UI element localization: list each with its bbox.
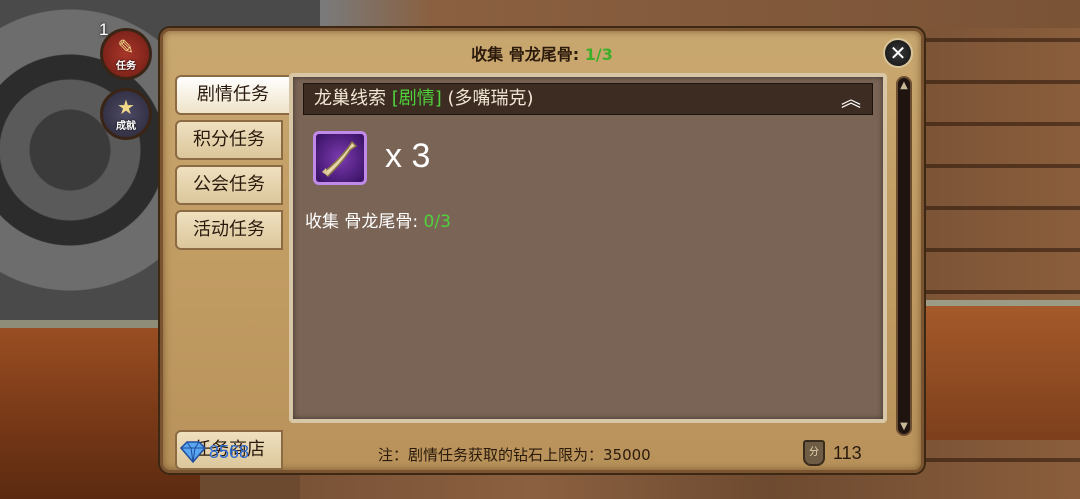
panel-title-text: 收集 骨龙尾骨: — [471, 45, 585, 64]
quest-hud-label: 任务 — [116, 60, 136, 72]
panel-footer: 8568 注：剧情任务获取的钻石上限为：35000 分 113 — [163, 436, 921, 472]
scrollbar[interactable]: ▲ ▼ — [896, 76, 912, 436]
scroll-up-icon[interactable]: ▲ — [898, 80, 910, 91]
points-count: 113 — [833, 442, 862, 463]
quest-objective: 收集 骨龙尾骨: 0/3 — [305, 207, 451, 232]
close-icon: ✕ — [889, 41, 907, 65]
achievement-hud-button[interactable]: ★ 成就 — [100, 88, 152, 140]
quest-panel: 收集 骨龙尾骨: 1/3 ✕ 剧情任务 积分任务 公会任务 活动任务 任务商店 … — [160, 28, 924, 473]
quest-title: 龙巢线索 — [314, 88, 392, 109]
collapse-button[interactable]: ︽ — [838, 86, 864, 112]
bone-icon — [322, 140, 358, 178]
quest-tabs: 剧情任务 积分任务 公会任务 活动任务 任务商店 — [175, 75, 295, 470]
close-button[interactable]: ✕ — [883, 38, 913, 68]
quest-points: 分 113 — [803, 440, 862, 466]
diamond-icon — [179, 441, 207, 464]
diamond-balance: 8568 — [179, 440, 249, 464]
achievement-hud-label: 成就 — [116, 120, 136, 132]
tab-story-quests[interactable]: 剧情任务 — [175, 75, 289, 115]
quest-content: 龙巢线索 [剧情] (多嘴瑞克) ︽ x 3 收集 骨龙尾骨: 0/3 — [289, 73, 887, 423]
panel-title-count: 1/3 — [584, 45, 613, 64]
quest-tag: [剧情] — [391, 88, 442, 109]
objective-text: 收集 骨龙尾骨: — [305, 212, 424, 232]
chest-right — [920, 300, 1080, 440]
diamond-limit-note: 注：剧情任务获取的钻石上限为：35000 — [378, 446, 651, 464]
scroll-down-icon[interactable]: ▼ — [898, 421, 910, 432]
scroll-icon: ✎ — [117, 34, 135, 59]
points-token-icon: 分 — [803, 440, 825, 466]
panel-title: 收集 骨龙尾骨: 1/3 — [163, 41, 921, 65]
diamond-count: 8568 — [209, 441, 250, 462]
chevron-up-icon: ︽ — [841, 87, 861, 111]
quest-hud-button[interactable]: ✎ 任务 — [100, 28, 152, 80]
trophy-icon: ★ — [117, 94, 135, 119]
reward-item-quantity: x 3 — [385, 137, 431, 175]
quest-header[interactable]: 龙巢线索 [剧情] (多嘴瑞克) ︽ — [303, 83, 873, 115]
tab-guild-quests[interactable]: 公会任务 — [175, 165, 283, 205]
tab-points-quests[interactable]: 积分任务 — [175, 120, 283, 160]
tab-event-quests[interactable]: 活动任务 — [175, 210, 283, 250]
reward-item-slot[interactable] — [313, 131, 367, 185]
objective-count: 0/3 — [423, 212, 451, 232]
quest-npc: (多嘴瑞克) — [441, 88, 534, 109]
